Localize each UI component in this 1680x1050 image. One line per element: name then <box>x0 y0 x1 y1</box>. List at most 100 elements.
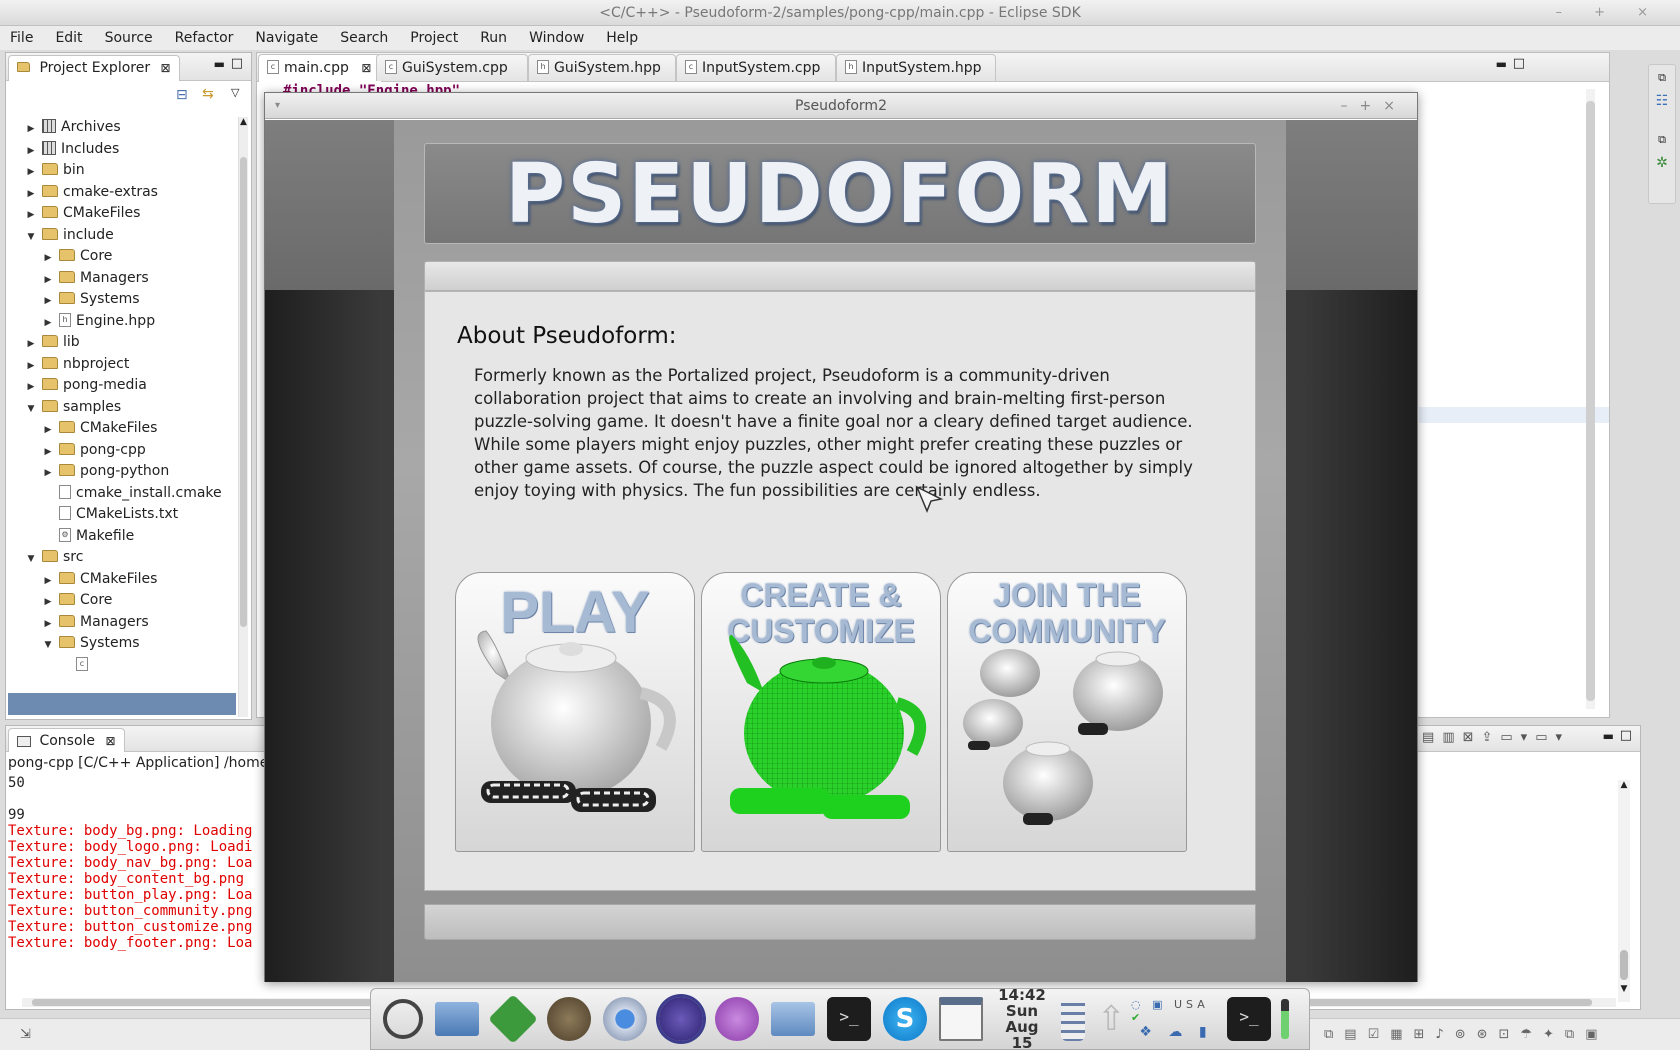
outline-icon[interactable]: ☷ <box>1649 93 1675 109</box>
tray-icons-bottom[interactable]: ❖ ☁ ▮ <box>1139 1024 1212 1040</box>
tree-item[interactable]: ▶ Core <box>41 589 113 611</box>
scroll-thumb[interactable] <box>240 157 247 627</box>
terminal-icon[interactable]: >_ <box>1227 997 1271 1041</box>
restore-icon[interactable]: ⧉ <box>1649 133 1675 147</box>
chromium-icon[interactable] <box>603 997 647 1041</box>
keyboard-layout[interactable]: USA <box>1174 998 1209 1011</box>
tree-item[interactable]: ▼ include <box>24 224 114 246</box>
tree-item[interactable]: ▶ Managers <box>41 611 149 633</box>
maximize-icon[interactable]: □ <box>1620 728 1632 743</box>
tree-item[interactable]: ▶ h Engine.hpp <box>41 310 155 332</box>
console-toolbar-icons[interactable]: ▤▥⊠⇪▭▾▭▾ <box>1422 730 1570 745</box>
minimize-icon[interactable]: ▬ <box>1496 57 1507 71</box>
tree-item[interactable]: ▼ Systems <box>41 632 140 654</box>
window-controls[interactable]: – + × <box>1555 0 1662 26</box>
expanded-arrow-icon[interactable]: ▼ <box>24 226 38 248</box>
volume-slider[interactable] <box>1281 999 1289 1039</box>
tree-item[interactable]: ▶ Systems <box>41 288 140 310</box>
join-community-button[interactable]: JOIN THE COMMUNITY <box>947 572 1187 852</box>
expanded-arrow-icon[interactable]: ▼ <box>41 634 55 656</box>
status-toolbar-icons[interactable]: ⧉▤☑▦⊞♪⊚⊛⊡☂✦⧉▣ <box>1324 1027 1608 1042</box>
project-explorer-tab[interactable]: Project Explorer ⊠ <box>8 55 180 81</box>
menu-search[interactable]: Search <box>340 30 388 46</box>
skype-icon[interactable]: S <box>883 997 927 1041</box>
menu-help[interactable]: Help <box>606 30 638 46</box>
tree-item[interactable]: ▶ Archives <box>24 116 121 138</box>
tree-item[interactable]: ▶ nbproject <box>24 353 130 375</box>
maximize-icon[interactable]: □ <box>1513 56 1525 71</box>
collapse-all-icon[interactable]: ⊟ <box>176 87 188 103</box>
tree-item[interactable]: ▶ lib <box>24 331 80 353</box>
menu-refactor[interactable]: Refactor <box>175 30 234 46</box>
tab-main-cpp[interactable]: c main.cpp ⊠ <box>258 54 383 82</box>
tree-item[interactable]: ▶ pong-python <box>41 460 170 482</box>
window-menu-icon[interactable]: ▾ <box>275 93 280 119</box>
tree-item[interactable]: ▶ pong-cpp <box>41 439 146 461</box>
scroll-up-icon[interactable]: ▲ <box>239 117 248 127</box>
editor-scrollbar[interactable] <box>1586 89 1595 709</box>
tab-inputsystem-hpp[interactable]: h InputSystem.hpp <box>836 54 996 81</box>
menu-source[interactable]: Source <box>105 30 153 46</box>
console-tab[interactable]: Console ⊠ <box>8 728 125 752</box>
expanded-arrow-icon[interactable]: ▼ <box>24 548 38 570</box>
menu-window[interactable]: Window <box>529 30 584 46</box>
minimize-icon[interactable]: ▬ <box>1603 729 1614 743</box>
create-customize-button[interactable]: CREATE & CUSTOMIZE <box>701 572 941 852</box>
restore-icon[interactable]: ⧉ <box>1649 71 1675 85</box>
eclipse-icon[interactable] <box>659 997 703 1041</box>
menu-file[interactable]: File <box>10 30 33 46</box>
menu-run[interactable]: Run <box>480 30 507 46</box>
window-icon[interactable] <box>939 997 983 1041</box>
tree-item[interactable]: ▶ CMakeFiles <box>41 417 158 439</box>
tree-item[interactable]: ▶ CMakeFiles <box>24 202 141 224</box>
tree-item[interactable]: ▶ Includes <box>24 138 119 160</box>
editor-scroll-thumb[interactable] <box>1586 101 1595 701</box>
close-icon[interactable]: ⊠ <box>161 61 171 75</box>
clock[interactable]: 14:42 Sun Aug 15 <box>995 987 1049 1050</box>
game-window-controls[interactable]: –+× <box>1341 93 1407 119</box>
pidgin-icon[interactable] <box>715 997 759 1041</box>
file-manager-icon[interactable] <box>435 1002 479 1036</box>
tree-item[interactable]: ▼ src <box>24 546 84 570</box>
tree-item[interactable]: ⚙ Makefile <box>41 525 134 547</box>
scroll-down-icon[interactable]: ▼ <box>1618 984 1630 994</box>
tree-item[interactable]: ▶ cmake-extras <box>24 181 158 203</box>
tab-inputsystem-cpp[interactable]: c InputSystem.cpp <box>676 54 836 81</box>
gimp-icon[interactable] <box>547 997 591 1041</box>
system-power-icon[interactable] <box>383 999 423 1039</box>
view-menu-icon[interactable]: ▽ <box>231 86 239 99</box>
tab-guisystem-cpp[interactable]: c GuiSystem.cpp <box>376 54 528 81</box>
tray-icons-top[interactable]: ◌ ▣ USA ✔ <box>1131 998 1221 1024</box>
link-editor-icon[interactable]: ⇆ <box>202 86 214 102</box>
task-list-icon[interactable] <box>1061 997 1085 1041</box>
tree-item[interactable]: ▼ samples <box>24 396 122 420</box>
tree-item[interactable]: ▶ pong-media <box>24 374 147 396</box>
maximize-icon[interactable]: □ <box>231 56 243 71</box>
tree-item[interactable]: cmake_install.cmake <box>41 482 222 504</box>
menu-navigate[interactable]: Navigate <box>255 30 318 46</box>
folder-icon[interactable] <box>771 1002 815 1036</box>
tree-item[interactable]: ▶ bin <box>24 159 85 181</box>
tree-item[interactable]: ▶ CMakeFiles <box>41 568 158 590</box>
terminal-icon[interactable]: >_ <box>827 997 871 1041</box>
explorer-scrollbar[interactable]: ▲ <box>238 117 248 717</box>
close-icon[interactable]: ⊠ <box>361 61 371 75</box>
tree-item[interactable]: ▶ Core <box>41 245 113 267</box>
expanded-arrow-icon[interactable]: ▼ <box>24 398 38 420</box>
tree-item[interactable]: ▶ c GraphicSystem.cpp <box>58 654 230 676</box>
play-button[interactable]: PLAY <box>455 572 695 852</box>
close-icon[interactable]: ⊠ <box>105 734 115 748</box>
console-scrollbar[interactable]: ▲ ▼ <box>1618 780 1630 1002</box>
update-arrow-icon[interactable]: ⇧ <box>1097 997 1126 1041</box>
vim-icon[interactable] <box>488 994 538 1044</box>
collapsed-arrow-icon[interactable]: ▶ <box>58 656 72 678</box>
tree-item[interactable]: CMakeLists.txt <box>41 503 178 525</box>
debug-icon[interactable]: ✲ <box>1649 155 1675 171</box>
tree-item[interactable]: ▶ Managers <box>41 267 149 289</box>
fast-view-icon[interactable]: ⇲ <box>20 1027 31 1042</box>
minimize-icon[interactable]: ▬ <box>214 57 225 71</box>
menu-edit[interactable]: Edit <box>55 30 82 46</box>
tab-guisystem-hpp[interactable]: h GuiSystem.hpp <box>528 54 676 81</box>
menu-project[interactable]: Project <box>410 30 458 46</box>
scroll-thumb[interactable] <box>1620 950 1628 980</box>
